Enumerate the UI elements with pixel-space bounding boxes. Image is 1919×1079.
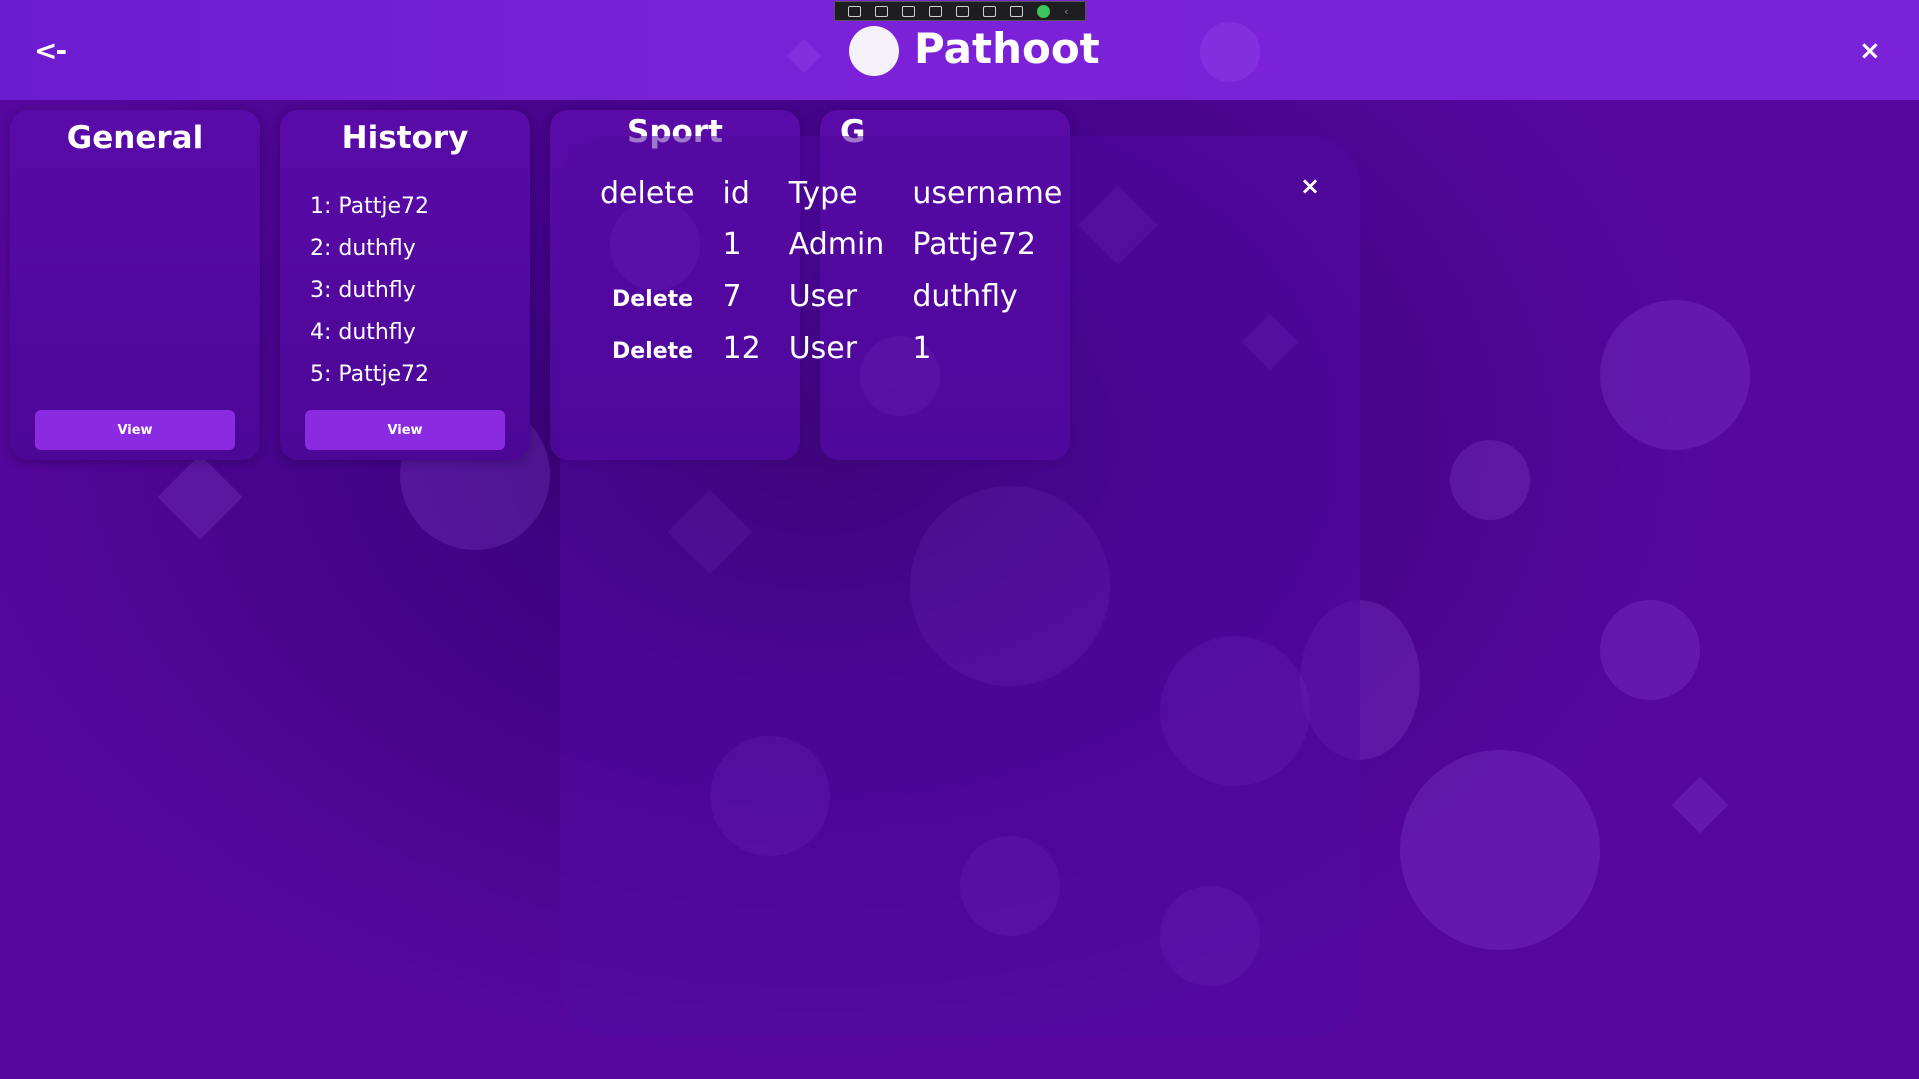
decorative-circle xyxy=(1600,600,1700,700)
category-card-history: History 1: Pattje72 2: duthfly 3: duthfl… xyxy=(280,110,530,460)
column-header-username: username xyxy=(912,175,1063,211)
decorative-diamond xyxy=(1671,776,1729,834)
delete-cell: Delete xyxy=(600,322,723,374)
id-cell: 12 xyxy=(722,330,761,366)
list-item: 5: Pattje72 xyxy=(310,362,430,387)
list-item: 2: duthfly xyxy=(310,236,416,261)
table-row: Delete 12 User 1 xyxy=(600,322,1090,374)
username-cell: Pattje72 xyxy=(912,226,1036,262)
view-button[interactable]: View xyxy=(305,410,505,450)
column-header-delete: delete xyxy=(600,175,695,211)
list-item: 1: Pattje72 xyxy=(310,194,430,219)
type-cell: Admin xyxy=(788,226,885,262)
card-title: History xyxy=(341,120,469,156)
username-cell: 1 xyxy=(912,330,932,366)
username-cell: duthfly xyxy=(912,278,1018,314)
view-button[interactable]: View xyxy=(35,410,235,450)
pointer-icon[interactable] xyxy=(902,5,915,17)
app-title: Pathoot xyxy=(914,24,1100,73)
column-header-id: id xyxy=(722,175,750,211)
list-item: 4: duthfly xyxy=(310,320,416,345)
decorative-circle xyxy=(1600,300,1750,450)
inspect-icon[interactable] xyxy=(956,5,969,17)
back-button[interactable]: <- xyxy=(34,34,67,67)
list-item: 3: duthfly xyxy=(310,278,416,303)
decorative-circle xyxy=(1400,750,1600,950)
hot-reload-icon[interactable] xyxy=(983,5,996,17)
accessibility-icon[interactable] xyxy=(1010,5,1023,17)
close-modal-button[interactable]: × xyxy=(1300,172,1320,200)
collapse-icon[interactable]: ‹ xyxy=(1064,6,1072,17)
type-cell: User xyxy=(788,278,858,314)
type-cell: User xyxy=(788,330,858,366)
column-header-type: Type xyxy=(788,175,858,211)
snip-icon[interactable] xyxy=(848,5,861,17)
decorative-diamond xyxy=(157,454,243,540)
delete-button[interactable]: Delete xyxy=(600,339,693,364)
check-icon[interactable] xyxy=(1037,4,1050,18)
record-icon[interactable] xyxy=(875,5,888,17)
decorative-circle xyxy=(1450,440,1530,520)
delete-cell: Delete xyxy=(600,270,723,322)
delete-cell xyxy=(600,218,723,270)
card-title: General xyxy=(66,120,204,156)
table-row: Delete 7 User duthfly xyxy=(600,270,1090,322)
table-row: 1 Admin Pattje72 xyxy=(600,218,1090,270)
users-table: delete id Type username 1 Admin Pattje72… xyxy=(600,168,1090,374)
logo-icon xyxy=(849,26,899,76)
table-header-row: delete id Type username xyxy=(600,168,1090,218)
category-card-general: General View xyxy=(10,110,260,460)
region-icon[interactable] xyxy=(929,5,942,17)
users-modal: × delete id Type username 1 Admin Pattje… xyxy=(560,136,1360,1036)
id-cell: 7 xyxy=(722,278,742,314)
capture-toolbar: ‹ xyxy=(834,1,1086,21)
id-cell: 1 xyxy=(722,226,742,262)
history-list: 1: Pattje72 2: duthfly 3: duthfly 4: dut… xyxy=(310,180,429,390)
close-app-button[interactable]: × xyxy=(1859,36,1881,66)
delete-button[interactable]: Delete xyxy=(600,287,693,312)
